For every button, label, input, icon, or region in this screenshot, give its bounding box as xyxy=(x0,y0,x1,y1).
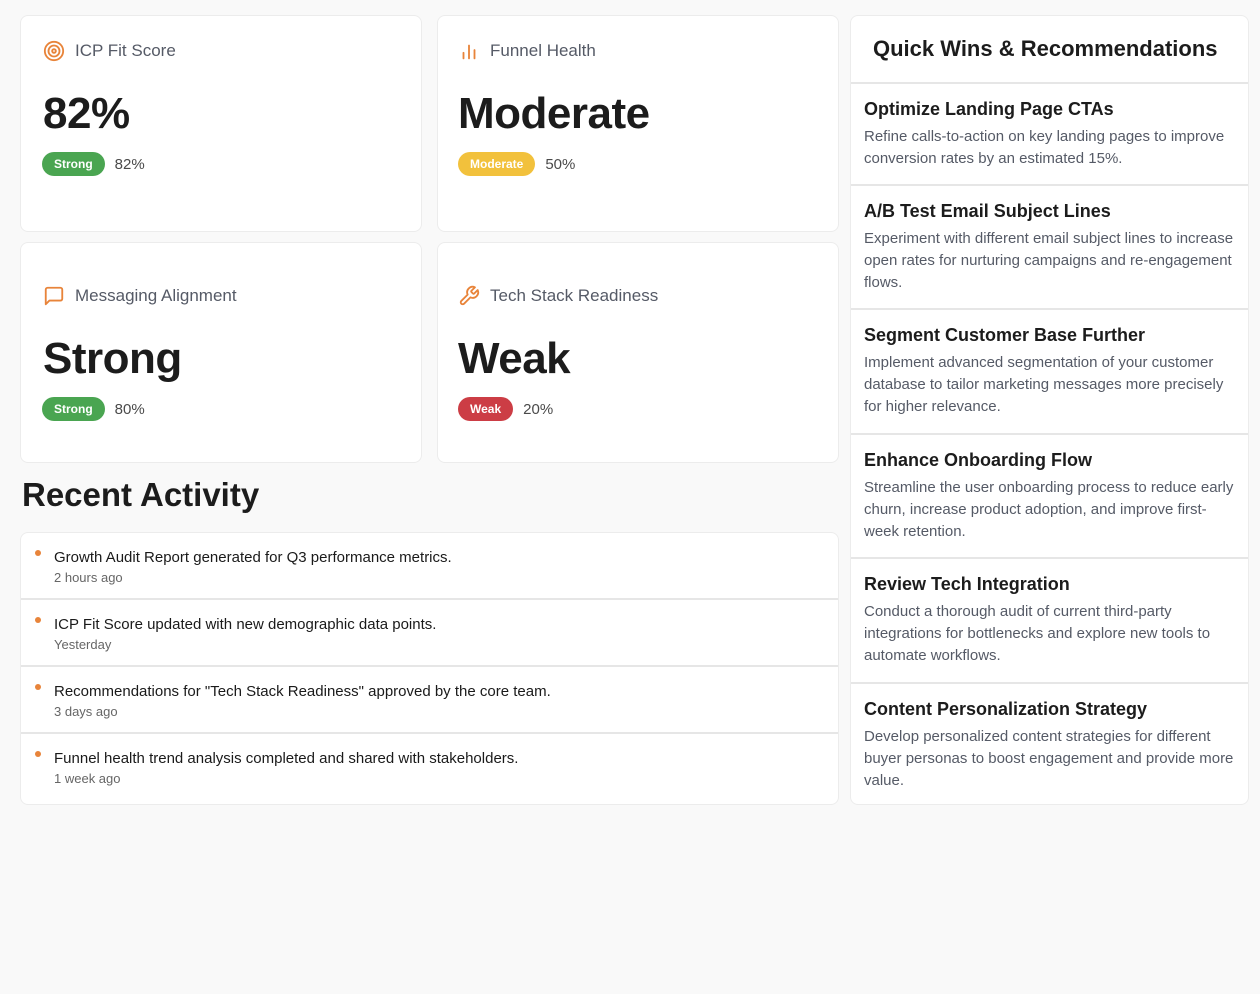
activity-list: Growth Audit Report generated for Q3 per… xyxy=(20,532,839,805)
recommendation-item[interactable]: A/B Test Email Subject Lines Experiment … xyxy=(851,186,1248,310)
activity-time: 1 week ago xyxy=(54,771,121,786)
recommendation-desc: Experiment with different email subject … xyxy=(864,230,1234,291)
metric-card-icp-fit-score: ICP Fit Score 82% Strong 82% xyxy=(20,15,422,232)
metric-percent: 50% xyxy=(545,155,576,173)
metric-card-tech-stack-readiness: Tech Stack Readiness Weak Weak 20% xyxy=(437,242,839,463)
status-badge: Weak xyxy=(458,397,514,421)
activity-time: Yesterday xyxy=(54,637,112,652)
activity-text: Funnel health trend analysis completed a… xyxy=(54,750,519,767)
activity-item[interactable]: Funnel health trend analysis completed a… xyxy=(21,734,838,801)
metric-label: Tech Stack Readiness xyxy=(490,286,659,305)
metric-value: 82% xyxy=(43,89,130,138)
activity-text: ICP Fit Score updated with new demograph… xyxy=(54,616,437,633)
target-icon xyxy=(43,40,65,62)
recommendation-item[interactable]: Segment Customer Base Further Implement … xyxy=(851,310,1248,435)
activity-time: 3 days ago xyxy=(54,704,118,719)
metric-card-messaging-alignment: Messaging Alignment Strong Strong 80% xyxy=(20,242,422,463)
activity-text: Recommendations for "Tech Stack Readines… xyxy=(54,683,551,700)
recommendation-title: Enhance Onboarding Flow xyxy=(864,450,1093,470)
wrench-icon xyxy=(458,285,480,307)
metric-label: Funnel Health xyxy=(490,41,596,60)
activity-text: Growth Audit Report generated for Q3 per… xyxy=(54,549,452,566)
status-badge: Strong xyxy=(42,152,105,176)
bullet-icon xyxy=(35,550,41,556)
activity-item[interactable]: ICP Fit Score updated with new demograph… xyxy=(21,600,838,667)
recommendation-desc: Implement advanced segmentation of your … xyxy=(864,354,1224,415)
bullet-icon xyxy=(35,617,41,623)
recommendation-desc: Streamline the user onboarding process t… xyxy=(864,479,1234,540)
recent-activity-title: Recent Activity xyxy=(22,476,260,513)
recommendation-title: Review Tech Integration xyxy=(864,574,1070,594)
recommendation-desc: Conduct a thorough audit of current thir… xyxy=(864,603,1211,664)
metric-value: Moderate xyxy=(458,89,650,138)
recommendation-item[interactable]: Enhance Onboarding Flow Streamline the u… xyxy=(851,435,1248,559)
bar-chart-icon xyxy=(458,40,480,62)
status-badge: Strong xyxy=(42,397,105,421)
metric-card-funnel-health: Funnel Health Moderate Moderate 50% xyxy=(437,15,839,232)
metric-value: Strong xyxy=(43,334,182,383)
recommendation-title: Segment Customer Base Further xyxy=(864,325,1146,345)
recommendation-item[interactable]: Content Personalization Strategy Develop… xyxy=(851,684,1248,804)
recommendation-title: A/B Test Email Subject Lines xyxy=(864,201,1111,221)
recommendations-panel: Quick Wins & Recommendations Optimize La… xyxy=(850,15,1249,805)
recommendation-title: Optimize Landing Page CTAs xyxy=(864,99,1114,119)
metric-label: Messaging Alignment xyxy=(75,286,237,305)
recommendation-desc: Develop personalized content strategies … xyxy=(864,728,1234,789)
metric-percent: 20% xyxy=(523,400,554,418)
message-square-icon xyxy=(43,285,65,307)
recommendation-desc: Refine calls-to-action on key landing pa… xyxy=(864,128,1225,167)
recommendation-title: Content Personalization Strategy xyxy=(864,699,1148,719)
activity-item[interactable]: Growth Audit Report generated for Q3 per… xyxy=(21,533,838,600)
recommendation-item[interactable]: Optimize Landing Page CTAs Refine calls-… xyxy=(851,84,1248,186)
activity-item[interactable]: Recommendations for "Tech Stack Readines… xyxy=(21,667,838,734)
activity-time: 2 hours ago xyxy=(54,570,123,585)
bullet-icon xyxy=(35,684,41,690)
recommendations-title: Quick Wins & Recommendations xyxy=(851,16,1248,84)
metric-value: Weak xyxy=(458,334,571,383)
recommendation-item[interactable]: Review Tech Integration Conduct a thorou… xyxy=(851,559,1248,684)
metric-label: ICP Fit Score xyxy=(75,41,176,60)
status-badge: Moderate xyxy=(458,152,536,176)
metric-percent: 80% xyxy=(114,400,145,418)
bullet-icon xyxy=(35,751,41,757)
metric-percent: 82% xyxy=(114,155,145,173)
